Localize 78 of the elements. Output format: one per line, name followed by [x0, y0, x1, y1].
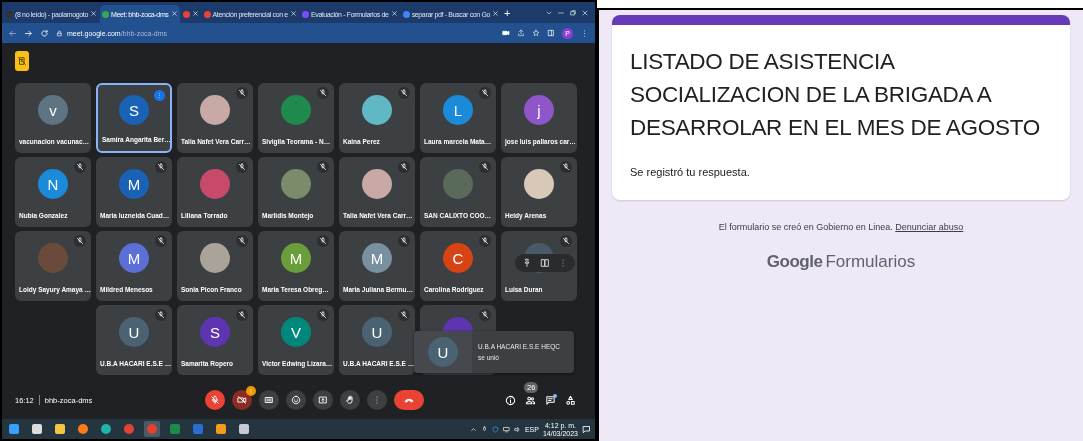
site-icon [301, 10, 309, 18]
notification-icon [582, 424, 591, 434]
lock-icon [56, 29, 63, 37]
form-title: LISTADO DE ASISTENCIA SOCIALIZACION DE LA BRIGADA A DESARROLAR EN EL MES DE AGOSTO [630, 48, 1040, 142]
mic-button[interactable] [205, 390, 225, 410]
reactions-button[interactable] [286, 390, 306, 410]
chat-icon [545, 394, 556, 406]
avatar-circle: j [524, 95, 554, 125]
avatar-circle: C [443, 243, 473, 273]
mic-icon [480, 425, 488, 433]
avatar-circle: V [281, 317, 311, 347]
video-off-icon [502, 29, 510, 37]
shield-icon [491, 425, 499, 433]
site-icon [182, 10, 190, 18]
taskbar-app-icon[interactable] [236, 421, 252, 437]
people-icon [525, 394, 536, 406]
logo-brand: Google [766, 252, 823, 272]
report-abuse-link[interactable]: Denunciar abuso [895, 222, 964, 232]
avatar-circle: v [38, 95, 68, 125]
avatar-circle: U [119, 317, 149, 347]
present-icon [318, 395, 328, 405]
tile-icon [540, 258, 550, 268]
avatar-circle: M [119, 243, 149, 273]
site-icon [402, 10, 410, 18]
info-icon [505, 394, 516, 406]
speaker-icon [513, 425, 521, 433]
close-icon [492, 10, 500, 17]
avatar-circle: U [428, 337, 458, 367]
close-icon [170, 10, 178, 17]
network-icon [502, 425, 510, 433]
more-button[interactable] [367, 390, 387, 410]
site-icon [102, 10, 109, 18]
confirmation-message: Se registró tu respuesta. [630, 166, 751, 178]
captions-icon [264, 395, 274, 405]
sidebar-icon [547, 29, 555, 37]
captions-button[interactable] [259, 390, 279, 410]
caret-icon [469, 425, 477, 433]
taskbar-app-icon[interactable] [29, 421, 45, 437]
activities-button[interactable] [565, 394, 576, 406]
form-footer: El formulario se creó en Gobierno en Linea. Denunciar abuso [718, 222, 964, 232]
taskbar-app-icon[interactable] [52, 421, 68, 437]
mic-off-icon [210, 395, 220, 405]
close-icon [581, 8, 589, 17]
logo-product: Formularios [825, 252, 916, 272]
avatar-circle: N [38, 169, 68, 199]
star-icon [532, 29, 540, 37]
forward-icon [24, 28, 33, 38]
site-icon [6, 10, 13, 18]
badge-icon[interactable] [15, 51, 29, 71]
site-icon [203, 10, 211, 18]
avatar-circle: S [200, 317, 230, 347]
pin-icon [522, 258, 532, 268]
taskbar-app-icon[interactable] [6, 421, 22, 437]
close-icon [390, 10, 398, 17]
shapes-icon [565, 394, 576, 406]
present-button[interactable] [313, 390, 333, 410]
avatar-circle: M [281, 243, 311, 273]
taskbar-app-icon[interactable] [213, 421, 229, 437]
avatar-circle: M [362, 243, 392, 273]
info-button[interactable] [505, 394, 516, 406]
close-icon [191, 10, 199, 17]
new-tab-button[interactable]: + [502, 6, 513, 19]
share-icon [517, 29, 525, 37]
hand-icon [345, 395, 355, 405]
chat-button[interactable] [545, 394, 556, 406]
camera-off-icon [237, 395, 247, 405]
leave-button[interactable] [394, 390, 424, 410]
emoji-icon [291, 395, 301, 405]
close-icon [90, 10, 97, 17]
back-icon [8, 28, 17, 38]
avatar-circle: S [119, 95, 149, 125]
avatar-circle: U [362, 317, 392, 347]
restore-icon [569, 8, 577, 17]
hand-button[interactable] [340, 390, 360, 410]
close-icon [289, 10, 297, 17]
avatar-circle: L [443, 95, 473, 125]
avatar-circle: M [119, 169, 149, 199]
reload-icon [40, 28, 49, 38]
